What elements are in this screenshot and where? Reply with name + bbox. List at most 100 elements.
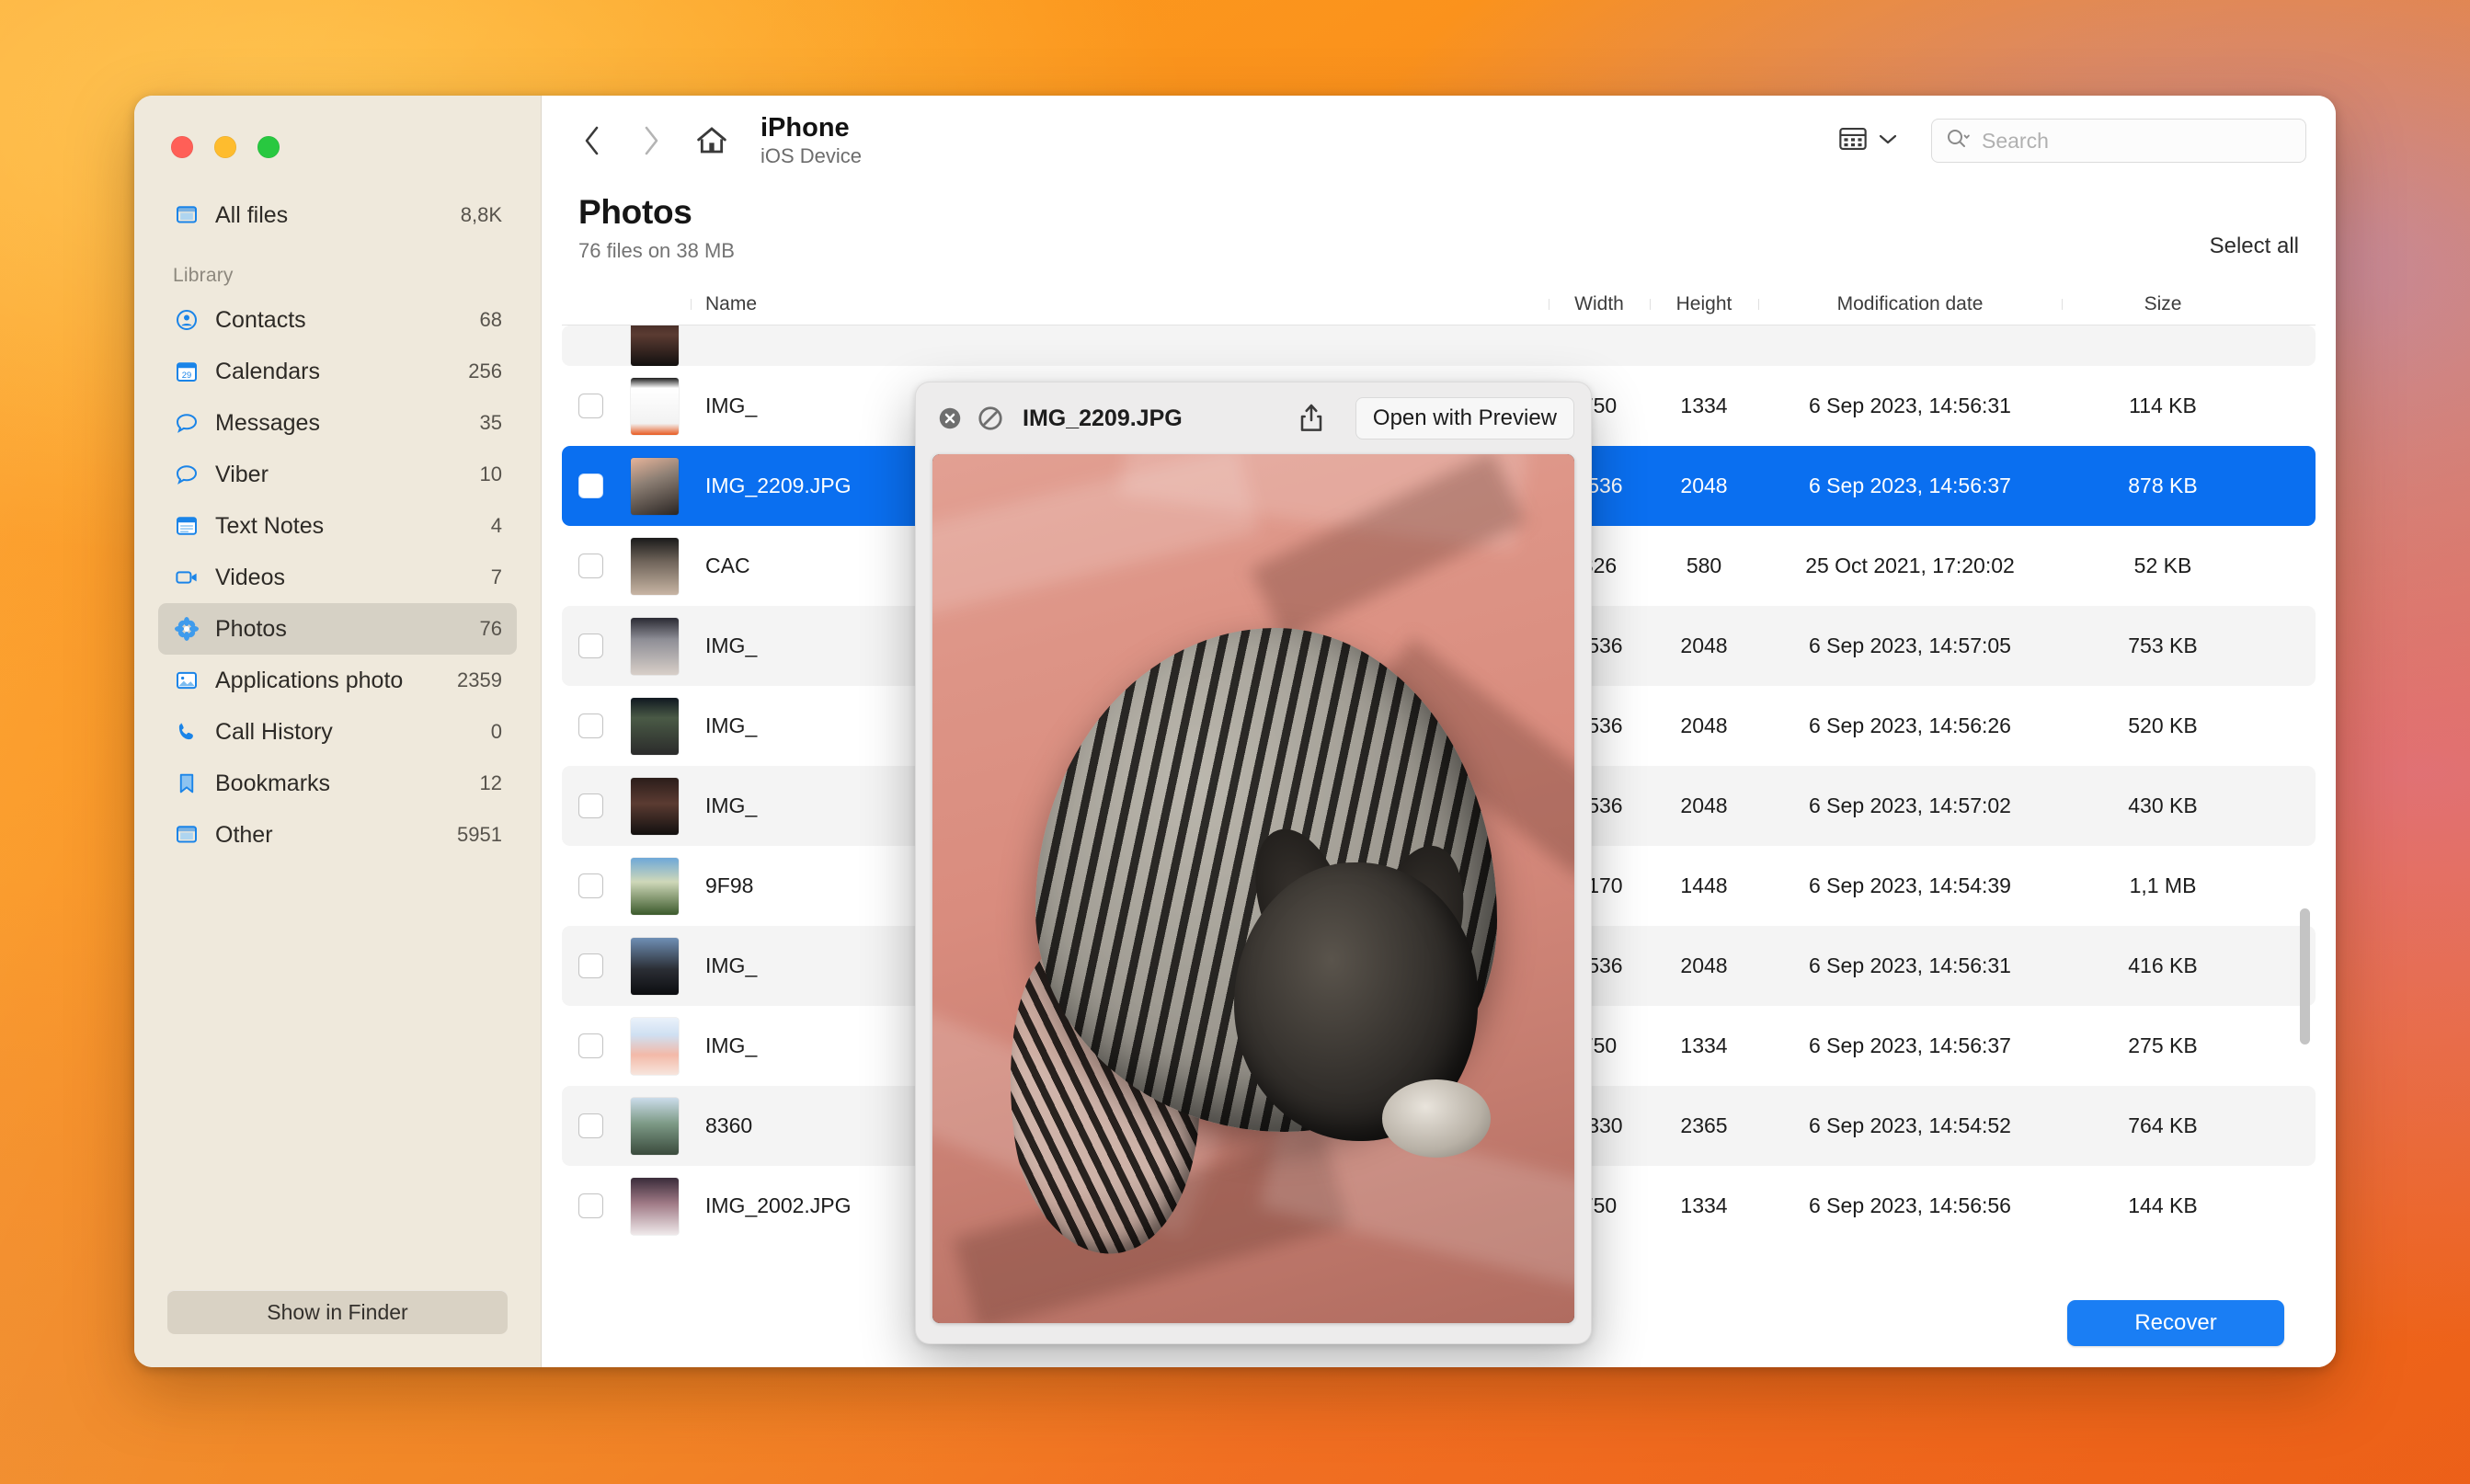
row-checkbox[interactable]	[562, 873, 619, 898]
column-header-height[interactable]: Height	[1650, 293, 1758, 315]
chevron-right-icon[interactable]	[635, 122, 667, 159]
checkbox-box[interactable]	[578, 1033, 603, 1058]
row-checkbox[interactable]	[562, 953, 619, 978]
checkbox-box[interactable]	[578, 394, 603, 418]
minimize-window-button[interactable]	[214, 136, 236, 158]
row-height: 1448	[1650, 873, 1758, 898]
checkbox-box[interactable]	[578, 474, 603, 498]
sidebar-item-viber[interactable]: Viber 10	[158, 449, 517, 500]
sidebar-item-count: 0	[491, 720, 502, 744]
row-checkbox[interactable]	[562, 634, 619, 658]
row-height: 2048	[1650, 634, 1758, 658]
sidebar-item-text-notes[interactable]: Text Notes 4	[158, 500, 517, 552]
row-checkbox[interactable]	[562, 1033, 619, 1058]
open-with-preview-button[interactable]: Open with Preview	[1355, 397, 1574, 439]
checkbox-box[interactable]	[578, 1193, 603, 1218]
toolbar: iPhone iOS Device Search	[542, 96, 2336, 186]
row-thumbnail	[619, 1018, 691, 1075]
row-height: 2048	[1650, 793, 1758, 818]
column-header-size[interactable]: Size	[2062, 293, 2264, 315]
sidebar-item-label: Viber	[215, 462, 465, 488]
row-thumbnail	[619, 378, 691, 435]
sidebar-item-label: Photos	[215, 616, 465, 643]
row-checkbox[interactable]	[562, 793, 619, 818]
zoom-window-button[interactable]	[257, 136, 280, 158]
table-row[interactable]	[562, 325, 2316, 366]
home-icon[interactable]	[692, 121, 731, 160]
cat-paw	[1382, 1079, 1492, 1158]
no-entry-circle-icon[interactable]	[977, 405, 1004, 432]
checkbox-box[interactable]	[578, 634, 603, 658]
row-thumbnail	[619, 698, 691, 755]
thumbnail-image	[631, 938, 679, 995]
checkbox-box[interactable]	[578, 873, 603, 898]
search-placeholder: Search	[1982, 129, 2049, 154]
row-modification-date: 6 Sep 2023, 14:54:52	[1758, 1113, 2062, 1138]
sidebar-item-count: 5951	[457, 823, 502, 847]
sidebar-item-label: Bookmarks	[215, 771, 465, 797]
row-height: 2048	[1650, 474, 1758, 498]
notes-icon	[173, 512, 200, 540]
chevron-down-icon	[1878, 132, 1898, 150]
bookmark-icon	[173, 770, 200, 797]
row-checkbox[interactable]	[562, 474, 619, 498]
device-info: iPhone iOS Device	[760, 113, 862, 168]
preview-toolbar: IMG_2209.JPG Open with Preview	[916, 382, 1591, 454]
column-header-name[interactable]: Name	[691, 293, 1549, 315]
row-checkbox[interactable]	[562, 554, 619, 578]
row-checkbox[interactable]	[562, 1113, 619, 1138]
sidebar-item-call-history[interactable]: Call History 0	[158, 706, 517, 758]
chevron-left-icon[interactable]	[577, 122, 608, 159]
sidebar-item-all-files[interactable]: All files 8,8K	[158, 189, 517, 241]
preview-popup: IMG_2209.JPG Open with Preview	[915, 382, 1592, 1344]
search-input[interactable]: Search	[1931, 119, 2306, 163]
select-all-button[interactable]: Select all	[2210, 234, 2299, 263]
sidebar-item-label: Text Notes	[215, 513, 476, 540]
sidebar-item-contacts[interactable]: Contacts 68	[158, 294, 517, 346]
thumbnail-image	[631, 778, 679, 835]
sidebar-item-count: 12	[480, 771, 502, 795]
checkbox-box[interactable]	[578, 1113, 603, 1138]
row-modification-date: 25 Oct 2021, 17:20:02	[1758, 554, 2062, 578]
sidebar-item-other[interactable]: Other 5951	[158, 809, 517, 861]
checkbox-box[interactable]	[578, 793, 603, 818]
close-circle-icon[interactable]	[936, 405, 964, 432]
row-checkbox[interactable]	[562, 394, 619, 418]
sidebar-item-videos[interactable]: Videos 7	[158, 552, 517, 603]
sidebar-item-count: 8,8K	[461, 203, 502, 227]
thumbnail-image	[631, 1018, 679, 1075]
message-icon	[173, 461, 200, 488]
checkbox-box[interactable]	[578, 554, 603, 578]
column-header-width[interactable]: Width	[1549, 293, 1650, 315]
view-switch-button[interactable]	[1837, 125, 1898, 157]
sidebar-item-messages[interactable]: Messages 35	[158, 397, 517, 449]
share-icon[interactable]	[1297, 401, 1328, 436]
row-thumbnail	[619, 1178, 691, 1235]
sidebar-item-photos[interactable]: Photos 76	[158, 603, 517, 655]
checkbox-box[interactable]	[578, 713, 603, 738]
table-header-row: Name Width Height Modification date Size	[562, 283, 2316, 325]
column-header-modification-date[interactable]: Modification date	[1758, 293, 2062, 315]
table-scrollbar[interactable]	[2300, 908, 2310, 1045]
thumbnail-image	[631, 1098, 679, 1155]
sidebar-item-applications-photo[interactable]: Applications photo 2359	[158, 655, 517, 706]
checkbox-box[interactable]	[578, 953, 603, 978]
sidebar-item-label: Contacts	[215, 307, 465, 334]
sidebar-item-label: Call History	[215, 719, 476, 746]
row-thumbnail	[619, 858, 691, 915]
sidebar-item-bookmarks[interactable]: Bookmarks 12	[158, 758, 517, 809]
row-modification-date: 6 Sep 2023, 14:56:31	[1758, 394, 2062, 418]
row-size: 275 KB	[2062, 1033, 2264, 1058]
video-icon	[173, 564, 200, 591]
sidebar-item-calendars[interactable]: 29 Calendars 256	[158, 346, 517, 397]
row-thumbnail	[619, 618, 691, 675]
close-window-button[interactable]	[171, 136, 193, 158]
page-header: Photos 76 files on 38 MB Select all	[542, 186, 2336, 263]
files-icon	[173, 201, 200, 229]
recover-button[interactable]: Recover	[2067, 1300, 2284, 1346]
show-in-finder-button[interactable]: Show in Finder	[167, 1290, 508, 1334]
sidebar-item-count: 4	[491, 514, 502, 538]
row-checkbox[interactable]	[562, 1193, 619, 1218]
files-icon	[173, 821, 200, 849]
row-checkbox[interactable]	[562, 713, 619, 738]
